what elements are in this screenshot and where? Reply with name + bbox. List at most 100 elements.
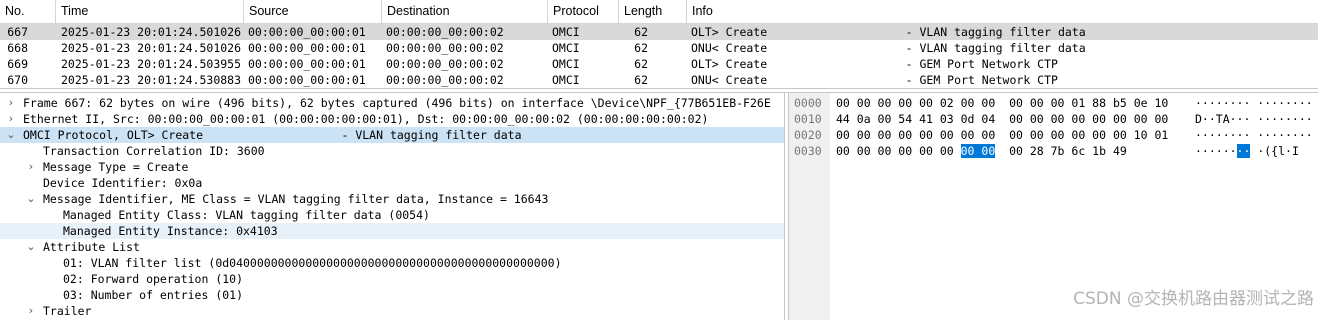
tree-node-label: Message Type = Create xyxy=(43,160,189,174)
packet-cell-no: 667 xyxy=(7,25,28,39)
tree-node[interactable]: 02: Forward operation (10) xyxy=(0,271,784,287)
packet-cell-len: 62 xyxy=(634,57,648,71)
tree-node[interactable]: 01: VLAN filter list (0d0400000000000000… xyxy=(0,255,784,271)
packet-cell-src: 00:00:00_00:00:01 xyxy=(248,73,366,87)
packet-cell-proto: OMCI xyxy=(552,73,580,87)
tree-node[interactable]: Managed Entity Class: VLAN tagging filte… xyxy=(0,207,784,223)
hex-bytes: 44 0a 00 54 41 03 0d 04 00 00 00 00 00 0… xyxy=(836,112,1169,126)
packet-cell-no: 668 xyxy=(7,41,28,55)
byte-offset: 0020 xyxy=(794,128,822,142)
tree-node-label: Attribute List xyxy=(43,240,140,254)
ascii-bytes: ········ ········ xyxy=(1195,96,1313,110)
packet-cell-dst: 00:00:00_00:00:02 xyxy=(386,57,504,71)
packet-cell-info: OLT> Create - GEM Port Network CTP xyxy=(691,57,1058,71)
ascii-bytes: ······ xyxy=(1195,144,1237,158)
packet-details-tree[interactable]: › Frame 667: 62 bytes on wire (496 bits),… xyxy=(0,93,784,320)
packet-list-header: No. Time Source Destination Protocol Len… xyxy=(0,0,1318,24)
column-header-info[interactable]: Info xyxy=(687,0,1318,23)
packet-cell-src: 00:00:00_00:00:01 xyxy=(248,41,366,55)
bytes-row[interactable]: 0030 00 00 00 00 00 00 00 00 00 28 7b 6c … xyxy=(789,143,1318,159)
column-header-time[interactable]: Time xyxy=(56,0,244,23)
packet-cell-proto: OMCI xyxy=(552,25,580,39)
tree-node[interactable]: Transaction Correlation ID: 3600 xyxy=(0,143,784,159)
packet-cell-time: 2025-01-23 20:01:24.530883 xyxy=(61,73,242,87)
packet-cell-dst: 00:00:00_00:00:02 xyxy=(386,73,504,87)
tree-node-label: Trailer xyxy=(43,304,92,318)
tree-node[interactable]: Managed Entity Instance: 0x4103 xyxy=(0,223,784,239)
packet-cell-no: 670 xyxy=(7,73,28,87)
packet-cell-src: 00:00:00_00:00:01 xyxy=(248,57,366,71)
byte-offset: 0000 xyxy=(794,96,822,110)
tree-node[interactable]: › Ethernet II, Src: 00:00:00_00:00:01 (00… xyxy=(0,111,784,127)
expand-arrow-icon[interactable]: › xyxy=(24,159,38,175)
tree-node-label: Ethernet II, Src: 00:00:00_00:00:01 (00:… xyxy=(23,112,709,126)
packet-cell-len: 62 xyxy=(634,73,648,87)
tree-node[interactable]: ⌄ Attribute List xyxy=(0,239,784,255)
packet-cell-info: ONU< Create - VLAN tagging filter data xyxy=(691,41,1086,55)
expand-arrow-icon[interactable]: › xyxy=(24,303,38,319)
tree-node-label: Transaction Correlation ID: 3600 xyxy=(43,144,265,158)
packet-row[interactable]: 667 2025-01-23 20:01:24.501026 00:00:00_00… xyxy=(0,24,1318,40)
column-header-protocol[interactable]: Protocol xyxy=(548,0,619,23)
ascii-bytes: ·({l·I xyxy=(1250,144,1299,158)
column-header-length[interactable]: Length xyxy=(619,0,687,23)
hex-bytes: 00 00 00 00 00 00 00 00 00 00 00 00 00 0… xyxy=(836,128,1169,142)
tree-node-label: 03: Number of entries (01) xyxy=(63,288,244,302)
packet-cell-proto: OMCI xyxy=(552,41,580,55)
collapse-arrow-icon[interactable]: ⌄ xyxy=(4,127,18,143)
hex-dump[interactable]: 00 00 00 00 00 00 00 00 00 00 00 00 00 0… xyxy=(836,127,1168,143)
column-header-source[interactable]: Source xyxy=(244,0,382,23)
tree-node-label: Message Identifier, ME Class = VLAN tagg… xyxy=(43,192,549,206)
packet-cell-len: 62 xyxy=(634,25,648,39)
hex-bytes: 00 28 7b 6c 1b 49 xyxy=(995,144,1127,158)
packet-row[interactable]: 668 2025-01-23 20:01:24.501026 00:00:00_00… xyxy=(0,40,1318,56)
hex-dump[interactable]: 00 00 00 00 00 00 00 00 00 28 7b 6c 1b 4… xyxy=(836,143,1127,159)
byte-offset: 0010 xyxy=(794,112,822,126)
tree-node[interactable]: › Message Type = Create xyxy=(0,159,784,175)
tree-node[interactable]: Device Identifier: 0x0a xyxy=(0,175,784,191)
packet-cell-len: 62 xyxy=(634,41,648,55)
bytes-row[interactable]: 0000 00 00 00 00 00 02 00 00 00 00 00 01 … xyxy=(789,95,1318,111)
column-header-destination[interactable]: Destination xyxy=(382,0,548,23)
tree-node-label: 02: Forward operation (10) xyxy=(63,272,244,286)
packet-row[interactable]: 669 2025-01-23 20:01:24.503955 00:00:00_00… xyxy=(0,56,1318,72)
bytes-row[interactable]: 0010 44 0a 00 54 41 03 0d 04 00 00 00 00 … xyxy=(789,111,1318,127)
bytes-row[interactable]: 0020 00 00 00 00 00 00 00 00 00 00 00 00 … xyxy=(789,127,1318,143)
hex-bytes: 00 00 00 00 00 02 00 00 00 00 00 01 88 b… xyxy=(836,96,1169,110)
ascii-dump[interactable]: ········ ·({l·I xyxy=(1195,143,1299,159)
collapse-arrow-icon[interactable]: ⌄ xyxy=(24,191,38,207)
expand-arrow-icon[interactable]: › xyxy=(4,95,18,111)
tree-node-label: Frame 667: 62 bytes on wire (496 bits), … xyxy=(23,96,771,110)
tree-node-label: OMCI Protocol, OLT> Create - VLAN taggin… xyxy=(23,128,522,142)
column-header-no[interactable]: No. xyxy=(0,0,56,23)
ascii-bytes: D··TA··· ········ xyxy=(1195,112,1313,126)
tree-node[interactable]: ⌄ Message Identifier, ME Class = VLAN tag… xyxy=(0,191,784,207)
tree-node-label: Managed Entity Class: VLAN tagging filte… xyxy=(63,208,430,222)
tree-node-label: Managed Entity Instance: 0x4103 xyxy=(63,224,278,238)
tree-node[interactable]: › Trailer xyxy=(0,303,784,319)
packet-list[interactable]: No. Time Source Destination Protocol Len… xyxy=(0,0,1318,88)
packet-row[interactable]: 670 2025-01-23 20:01:24.530883 00:00:00_00… xyxy=(0,72,1318,88)
tree-node-label: Device Identifier: 0x0a xyxy=(43,176,203,190)
tree-node-label: 01: VLAN filter list (0d0400000000000000… xyxy=(63,256,562,270)
packet-cell-time: 2025-01-23 20:01:24.501026 xyxy=(61,41,242,55)
packet-cell-info: ONU< Create - GEM Port Network CTP xyxy=(691,73,1058,87)
expand-arrow-icon[interactable]: › xyxy=(4,111,18,127)
byte-offset: 0030 xyxy=(794,144,822,158)
packet-cell-no: 669 xyxy=(7,57,28,71)
ascii-bytes: ········ ········ xyxy=(1195,128,1313,142)
hex-highlight: 00 00 xyxy=(960,144,996,158)
hex-dump[interactable]: 44 0a 00 54 41 03 0d 04 00 00 00 00 00 0… xyxy=(836,111,1168,127)
packet-cell-time: 2025-01-23 20:01:24.501026 xyxy=(61,25,242,39)
tree-node[interactable]: ⌄ OMCI Protocol, OLT> Create - VLAN taggi… xyxy=(0,127,784,143)
hex-bytes: 00 00 00 00 00 00 xyxy=(836,144,961,158)
ascii-dump[interactable]: ········ ········ xyxy=(1195,95,1313,111)
collapse-arrow-icon[interactable]: ⌄ xyxy=(24,239,38,255)
tree-node[interactable]: 03: Number of entries (01) xyxy=(0,287,784,303)
ascii-dump[interactable]: ········ ········ xyxy=(1195,127,1313,143)
tree-node[interactable]: › Frame 667: 62 bytes on wire (496 bits),… xyxy=(0,95,784,111)
hex-dump[interactable]: 00 00 00 00 00 02 00 00 00 00 00 01 88 b… xyxy=(836,95,1168,111)
ascii-dump[interactable]: D··TA··· ········ xyxy=(1195,111,1313,127)
packet-cell-info: OLT> Create - VLAN tagging filter data xyxy=(691,25,1086,39)
packet-cell-dst: 00:00:00_00:00:02 xyxy=(386,25,504,39)
